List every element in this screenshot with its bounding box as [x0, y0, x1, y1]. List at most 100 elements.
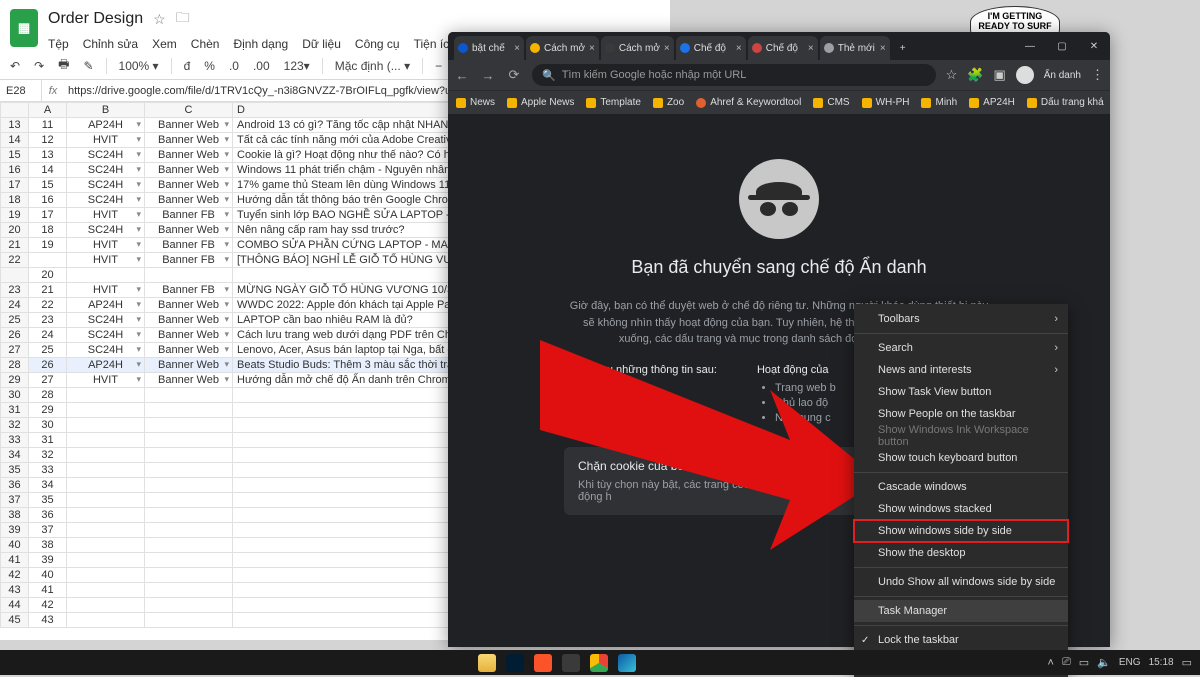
incognito-indicator[interactable]: Ẩn danh — [1044, 70, 1081, 81]
cell[interactable] — [67, 418, 145, 433]
tray-chevron-icon[interactable]: ˄ — [1048, 657, 1054, 669]
cell[interactable]: Banner Web — [145, 358, 233, 373]
cell[interactable] — [67, 583, 145, 598]
edge-icon[interactable] — [618, 654, 636, 672]
tray-clock[interactable]: 15:18 — [1149, 657, 1174, 668]
cell[interactable] — [145, 388, 233, 403]
ctx-toolbars[interactable]: Toolbars — [854, 308, 1068, 330]
format-123[interactable]: 123▾ — [282, 59, 312, 73]
cell[interactable] — [145, 463, 233, 478]
cell[interactable]: Banner FB — [145, 208, 233, 223]
ctx-cascade-windows[interactable]: Cascade windows — [854, 476, 1068, 498]
bookmark-star-icon[interactable]: ☆ — [946, 67, 958, 83]
battery-icon[interactable]: ▭ — [1079, 656, 1089, 669]
browser-tab[interactable]: Chế độ× — [748, 36, 818, 60]
profile-avatar-icon[interactable] — [1016, 66, 1034, 84]
sheets-logo-icon[interactable]: ▦ — [10, 9, 38, 47]
cell[interactable]: 29 — [29, 403, 67, 418]
cell[interactable] — [67, 613, 145, 628]
cell[interactable]: Banner Web — [145, 178, 233, 193]
zoom-select[interactable]: 100% ▾ — [117, 59, 161, 73]
cell[interactable]: SC24H — [67, 328, 145, 343]
cell[interactable]: AP24H — [67, 298, 145, 313]
tab-close-icon[interactable]: × — [736, 43, 742, 54]
bookmark-item[interactable]: Dấu trang khá — [1027, 97, 1104, 108]
cell[interactable] — [145, 613, 233, 628]
cell[interactable]: 15 — [29, 178, 67, 193]
ctx-show-touch-keyboard-button[interactable]: Show touch keyboard button — [854, 447, 1068, 469]
browser-tab[interactable]: bật chế× — [454, 36, 524, 60]
bookmark-item[interactable]: WH-PH — [862, 97, 910, 108]
cell[interactable] — [145, 493, 233, 508]
bookmark-item[interactable]: CMS — [813, 97, 849, 108]
bookmark-item[interactable]: Apple News — [507, 97, 574, 108]
cell[interactable]: 37 — [29, 523, 67, 538]
store-icon[interactable] — [562, 654, 580, 672]
cell[interactable]: HVIT — [67, 373, 145, 388]
print-icon[interactable]: 🖶 — [56, 55, 71, 76]
tab-close-icon[interactable]: × — [808, 43, 814, 54]
bookmark-item[interactable]: Minh — [921, 97, 957, 108]
dec-dec-icon[interactable]: .0 — [227, 59, 241, 73]
cell[interactable]: Banner Web — [145, 313, 233, 328]
photoshop-icon[interactable] — [506, 654, 524, 672]
cell[interactable]: 23 — [29, 313, 67, 328]
star-icon[interactable]: ☆ — [153, 11, 166, 28]
menu-dữ liệu[interactable]: Dữ liệu — [302, 37, 341, 51]
cell[interactable]: 34 — [29, 478, 67, 493]
close-icon[interactable]: ✕ — [1078, 32, 1110, 60]
tab-close-icon[interactable]: × — [880, 43, 886, 54]
cell[interactable] — [145, 418, 233, 433]
sheets-doc-title[interactable]: Order Design — [48, 10, 143, 28]
ctx-show-task-view-button[interactable]: Show Task View button — [854, 381, 1068, 403]
cell[interactable]: 16 — [29, 193, 67, 208]
cell[interactable] — [145, 538, 233, 553]
cell[interactable] — [67, 433, 145, 448]
ctx-undo-show-all-windows-side-by-side[interactable]: Undo Show all windows side by side — [854, 571, 1068, 593]
font-dec-icon[interactable]: − — [433, 59, 444, 73]
cell[interactable]: 17 — [29, 208, 67, 223]
omnibox[interactable]: 🔍 Tìm kiếm Google hoặc nhập một URL — [532, 64, 936, 86]
cell[interactable]: 35 — [29, 493, 67, 508]
volume-icon[interactable]: 🔈 — [1097, 656, 1111, 669]
name-box[interactable]: E28 — [0, 80, 42, 101]
cell[interactable] — [145, 523, 233, 538]
cell[interactable]: 18 — [29, 223, 67, 238]
cell[interactable]: 33 — [29, 463, 67, 478]
inc-dec-icon[interactable]: .00 — [251, 59, 272, 73]
back-icon[interactable]: ← — [454, 68, 470, 83]
extensions-icon[interactable]: 🧩 — [967, 67, 983, 83]
cell[interactable]: 19 — [29, 238, 67, 253]
move-icon[interactable]: 🗀 — [176, 7, 190, 31]
cell[interactable]: 39 — [29, 553, 67, 568]
cell[interactable]: 38 — [29, 538, 67, 553]
col-header-row[interactable] — [1, 103, 29, 118]
ctx-lock-the-taskbar[interactable]: Lock the taskbar — [854, 629, 1068, 651]
cell[interactable] — [67, 598, 145, 613]
cell[interactable]: Banner Web — [145, 193, 233, 208]
menu-tệp[interactable]: Tệp — [48, 37, 69, 51]
notifications-icon[interactable]: ▭ — [1182, 656, 1192, 669]
cell[interactable]: SC24H — [67, 148, 145, 163]
menu-định dạng[interactable]: Định dạng — [233, 37, 288, 51]
cell[interactable]: Banner Web — [145, 148, 233, 163]
cell[interactable] — [67, 553, 145, 568]
cell[interactable] — [145, 508, 233, 523]
ctx-search[interactable]: Search — [854, 337, 1068, 359]
undo-icon[interactable]: ↶ — [8, 59, 22, 73]
cell[interactable] — [145, 403, 233, 418]
cell[interactable]: HVIT — [67, 208, 145, 223]
cell[interactable]: 42 — [29, 598, 67, 613]
cell[interactable] — [67, 538, 145, 553]
cell[interactable] — [67, 463, 145, 478]
bookmark-item[interactable]: News — [456, 97, 495, 108]
cell[interactable]: Banner Web — [145, 163, 233, 178]
menu-xem[interactable]: Xem — [152, 37, 177, 51]
cell[interactable] — [145, 583, 233, 598]
reading-list-icon[interactable]: ▣ — [993, 67, 1005, 83]
bookmark-item[interactable]: Ahref & Keywordtool — [696, 97, 801, 108]
cell[interactable]: 25 — [29, 343, 67, 358]
cell[interactable]: Banner Web — [145, 298, 233, 313]
ctx-task-manager[interactable]: Task Manager — [854, 600, 1068, 622]
cell[interactable]: Banner FB — [145, 283, 233, 298]
